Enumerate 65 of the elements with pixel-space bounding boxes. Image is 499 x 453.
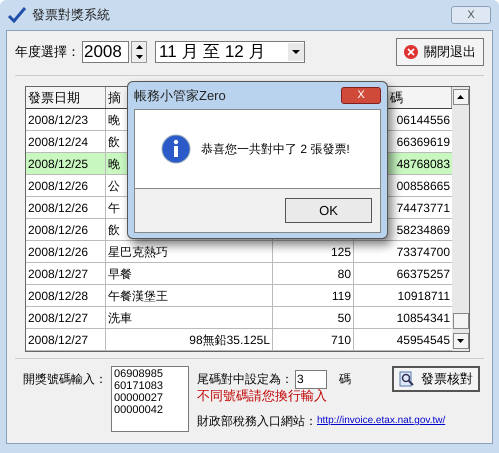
- table-cell: 2008/12/26: [26, 175, 106, 196]
- table-cell-text: 00858665: [396, 178, 451, 195]
- tail-unit: 碼: [339, 371, 351, 388]
- table-cell-text: 66369619: [396, 134, 451, 151]
- table-cell-text: 06144556: [396, 112, 451, 129]
- table-cell: 80: [273, 263, 354, 284]
- dialog-title: 帳務小管家Zero: [134, 86, 226, 105]
- year-spinner[interactable]: [131, 41, 147, 63]
- table-cell: 98無鉛35.125L: [106, 329, 273, 350]
- table-row[interactable]: 2008/12/26 星巴克熱巧 125 73374700: [26, 241, 452, 263]
- hint-text: 不同號碼請您換行輸入: [197, 387, 328, 405]
- tail-field[interactable]: 3: [295, 370, 327, 388]
- exit-button[interactable]: 關閉退出: [396, 38, 484, 66]
- year-field[interactable]: 2008: [82, 41, 129, 63]
- table-cell: 125: [273, 241, 354, 262]
- table-cell: 2008/12/28: [26, 285, 106, 306]
- table-cell: 119: [273, 285, 354, 306]
- table-row[interactable]: 2008/12/27 洗車 50 10854341: [26, 307, 452, 329]
- table-cell-text: 48768083: [396, 156, 451, 173]
- site-link[interactable]: http://invoice.etax.nat.gov.tw/: [317, 413, 446, 428]
- table-cell-text: 45954545: [396, 332, 451, 349]
- scroll-down-icon[interactable]: [457, 339, 464, 343]
- window-title: 發票對獎系統: [32, 6, 110, 24]
- table-cell: 2008/12/27: [26, 307, 106, 328]
- table-row[interactable]: 2008/12/27 98無鉛35.125L 710 45954545: [26, 329, 452, 351]
- table-cell: 2008/12/26: [26, 241, 106, 262]
- table-cell-text: 66375257: [396, 266, 451, 283]
- site-label: 財政部稅務入口網站：: [197, 412, 317, 430]
- dialog-close-button[interactable]: X: [341, 87, 381, 104]
- tail-label: 尾碼對中設定為：: [197, 371, 293, 388]
- table-cell: 50: [273, 307, 354, 328]
- table-cell: 2008/12/25: [26, 153, 106, 174]
- table-cell-text: 58234869: [396, 222, 451, 239]
- period-dropdown[interactable]: 11 月 至 12 月: [155, 41, 305, 63]
- table-cell: 2008/12/26: [26, 197, 106, 218]
- scroll-thumb[interactable]: [452, 313, 468, 329]
- numbers-label: 開獎號碼輸入：: [23, 371, 107, 388]
- ok-button[interactable]: OK: [285, 198, 372, 223]
- close-button[interactable]: X: [451, 6, 491, 24]
- table-cell: 洗車: [106, 307, 273, 328]
- table-cell: 2008/12/26: [26, 219, 106, 240]
- scrollbar[interactable]: [452, 87, 469, 351]
- info-icon: [161, 134, 191, 164]
- table-cell: 午餐漢堡王: [106, 285, 273, 306]
- table-row[interactable]: 2008/12/27 早餐 80 66375257: [26, 263, 452, 285]
- table-cell-text: 73374700: [396, 244, 451, 261]
- table-cell: 2008/12/24: [26, 131, 106, 152]
- magnifier-icon: [399, 371, 415, 387]
- table-cell: 2008/12/27: [26, 329, 106, 350]
- table-cell: 早餐: [106, 263, 273, 284]
- table-cell-text: 74473771: [396, 200, 451, 217]
- table-cell: 2008/12/27: [26, 263, 106, 284]
- checkmark-icon: [8, 7, 26, 23]
- table-cell-text: 10918711: [396, 288, 451, 305]
- table-cell: 710: [273, 329, 354, 350]
- scroll-up-icon[interactable]: [457, 95, 464, 99]
- close-circle-icon: [404, 45, 418, 59]
- table-row[interactable]: 2008/12/28 午餐漢堡王 119 10918711: [26, 285, 452, 307]
- year-label: 年度選擇：: [15, 43, 80, 62]
- numbers-input[interactable]: 06908985 60171083 00000027 00000042: [111, 366, 189, 432]
- table-cell: 星巴克熱巧: [106, 241, 273, 262]
- table-cell: 2008/12/23: [26, 109, 106, 130]
- column-header: 發票日期: [26, 87, 106, 108]
- table-cell-text: 10854341: [396, 310, 451, 327]
- check-button[interactable]: 發票核對: [392, 366, 480, 392]
